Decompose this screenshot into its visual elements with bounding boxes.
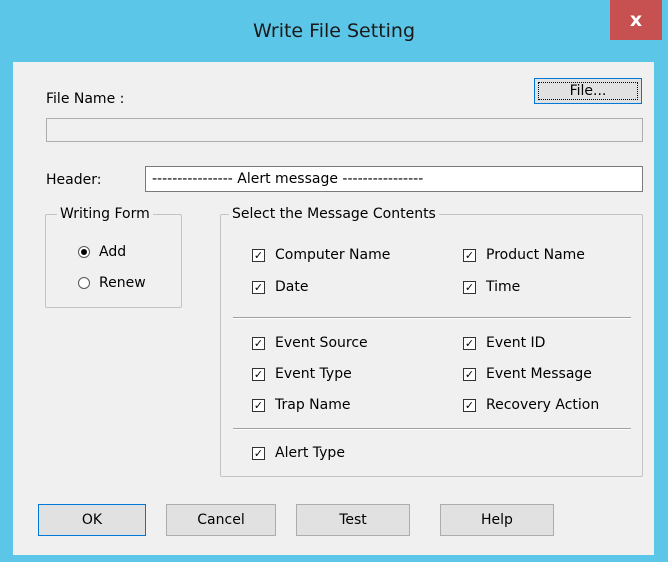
radio-renew[interactable]: Renew bbox=[78, 275, 146, 291]
check-label: Event Type bbox=[275, 366, 352, 382]
check-recovery-action[interactable]: ✓ Recovery Action bbox=[463, 397, 599, 413]
check-label: Alert Type bbox=[275, 445, 345, 461]
separator bbox=[233, 428, 631, 430]
checkmark-icon: ✓ bbox=[252, 248, 265, 262]
radio-unselected-icon bbox=[78, 277, 90, 289]
check-label: Date bbox=[275, 279, 309, 295]
check-event-source[interactable]: ✓ Event Source bbox=[252, 335, 368, 351]
check-alert-type[interactable]: ✓ Alert Type bbox=[252, 445, 345, 461]
window-border-bottom bbox=[0, 556, 668, 562]
checkmark-icon: ✓ bbox=[463, 367, 476, 381]
checkmark-icon: ✓ bbox=[463, 398, 476, 412]
help-button-label: Help bbox=[481, 512, 513, 528]
separator bbox=[233, 317, 631, 319]
radio-renew-label: Renew bbox=[99, 275, 146, 291]
checkmark-icon: ✓ bbox=[252, 398, 265, 412]
header-label: Header: bbox=[46, 172, 102, 188]
window-border-left bbox=[0, 61, 12, 562]
writing-form-group bbox=[45, 214, 182, 308]
window-border-right bbox=[655, 61, 668, 562]
file-browse-button-label: File... bbox=[569, 83, 607, 99]
check-label: Trap Name bbox=[275, 397, 351, 413]
ok-button-label: OK bbox=[81, 512, 103, 528]
checkmark-icon: ✓ bbox=[252, 336, 265, 350]
file-name-field[interactable] bbox=[46, 118, 643, 142]
cancel-button-label: Cancel bbox=[197, 512, 245, 528]
checkmark-icon: ✓ bbox=[463, 248, 476, 262]
close-icon: x bbox=[629, 9, 643, 31]
radio-add[interactable]: Add bbox=[78, 244, 126, 260]
message-contents-title: Select the Message Contents bbox=[229, 206, 439, 222]
file-name-label: File Name : bbox=[46, 91, 125, 107]
check-event-id[interactable]: ✓ Event ID bbox=[463, 335, 545, 351]
radio-selected-icon bbox=[78, 246, 90, 258]
checkmark-icon: ✓ bbox=[252, 446, 265, 460]
ok-button[interactable]: OK bbox=[38, 504, 146, 536]
check-label: Event Message bbox=[486, 366, 592, 382]
check-label: Product Name bbox=[486, 247, 585, 263]
cancel-button[interactable]: Cancel bbox=[166, 504, 276, 536]
check-date[interactable]: ✓ Date bbox=[252, 279, 308, 295]
check-label: Event Source bbox=[275, 335, 368, 351]
file-browse-button[interactable]: File... bbox=[534, 78, 642, 104]
check-event-message[interactable]: ✓ Event Message bbox=[463, 366, 592, 382]
check-label: Time bbox=[486, 279, 521, 295]
check-label: Event ID bbox=[486, 335, 546, 351]
header-field[interactable]: ---------------- Alert message ---------… bbox=[145, 166, 643, 192]
test-button-label: Test bbox=[339, 512, 367, 528]
check-event-type[interactable]: ✓ Event Type bbox=[252, 366, 352, 382]
checkmark-icon: ✓ bbox=[463, 336, 476, 350]
check-label: Computer Name bbox=[275, 247, 391, 263]
check-trap-name[interactable]: ✓ Trap Name bbox=[252, 397, 350, 413]
checkmark-icon: ✓ bbox=[252, 367, 265, 381]
radio-add-label: Add bbox=[99, 244, 127, 260]
check-product-name[interactable]: ✓ Product Name bbox=[463, 247, 585, 263]
checkmark-icon: ✓ bbox=[252, 280, 265, 294]
writing-form-title: Writing Form bbox=[57, 206, 153, 222]
help-button[interactable]: Help bbox=[440, 504, 554, 536]
check-label: Recovery Action bbox=[486, 397, 600, 413]
check-time[interactable]: ✓ Time bbox=[463, 279, 520, 295]
check-computer-name[interactable]: ✓ Computer Name bbox=[252, 247, 390, 263]
checkmark-icon: ✓ bbox=[463, 280, 476, 294]
window-title: Write File Setting bbox=[252, 20, 416, 42]
test-button[interactable]: Test bbox=[296, 504, 410, 536]
close-button[interactable]: x bbox=[610, 0, 662, 40]
